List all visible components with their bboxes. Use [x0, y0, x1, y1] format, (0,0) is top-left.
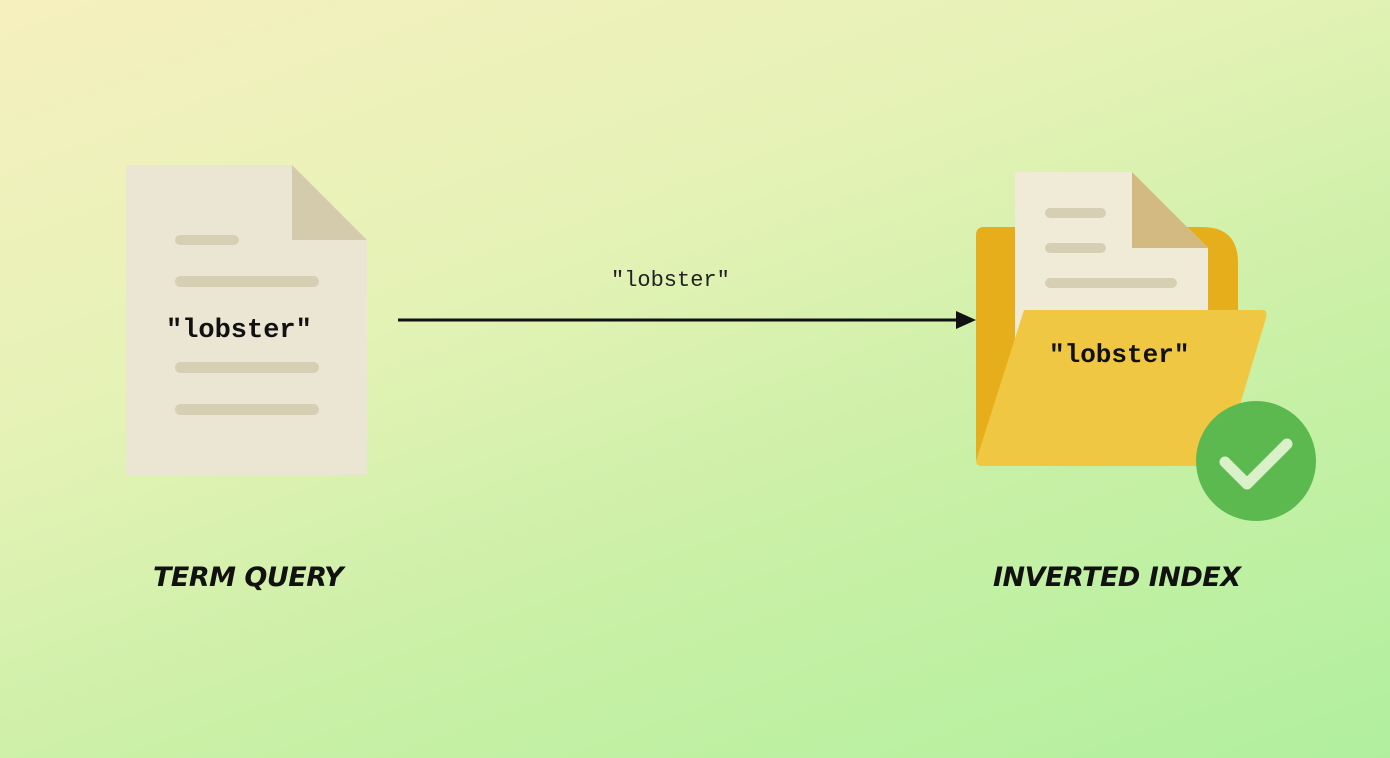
folder-term-text: "lobster" — [1049, 340, 1190, 370]
arrow-label: "lobster" — [611, 268, 730, 293]
arrow-connector — [398, 311, 976, 329]
document-term-text: "lobster" — [166, 316, 312, 346]
check-circle-icon — [1196, 401, 1316, 521]
inverted-index-caption: INVERTED INDEX — [993, 562, 1241, 593]
term-query-caption: TERM QUERY — [153, 562, 344, 593]
diagram-canvas: "lobster" "lobster" "lobster" TERM QUERY… — [0, 0, 1390, 758]
